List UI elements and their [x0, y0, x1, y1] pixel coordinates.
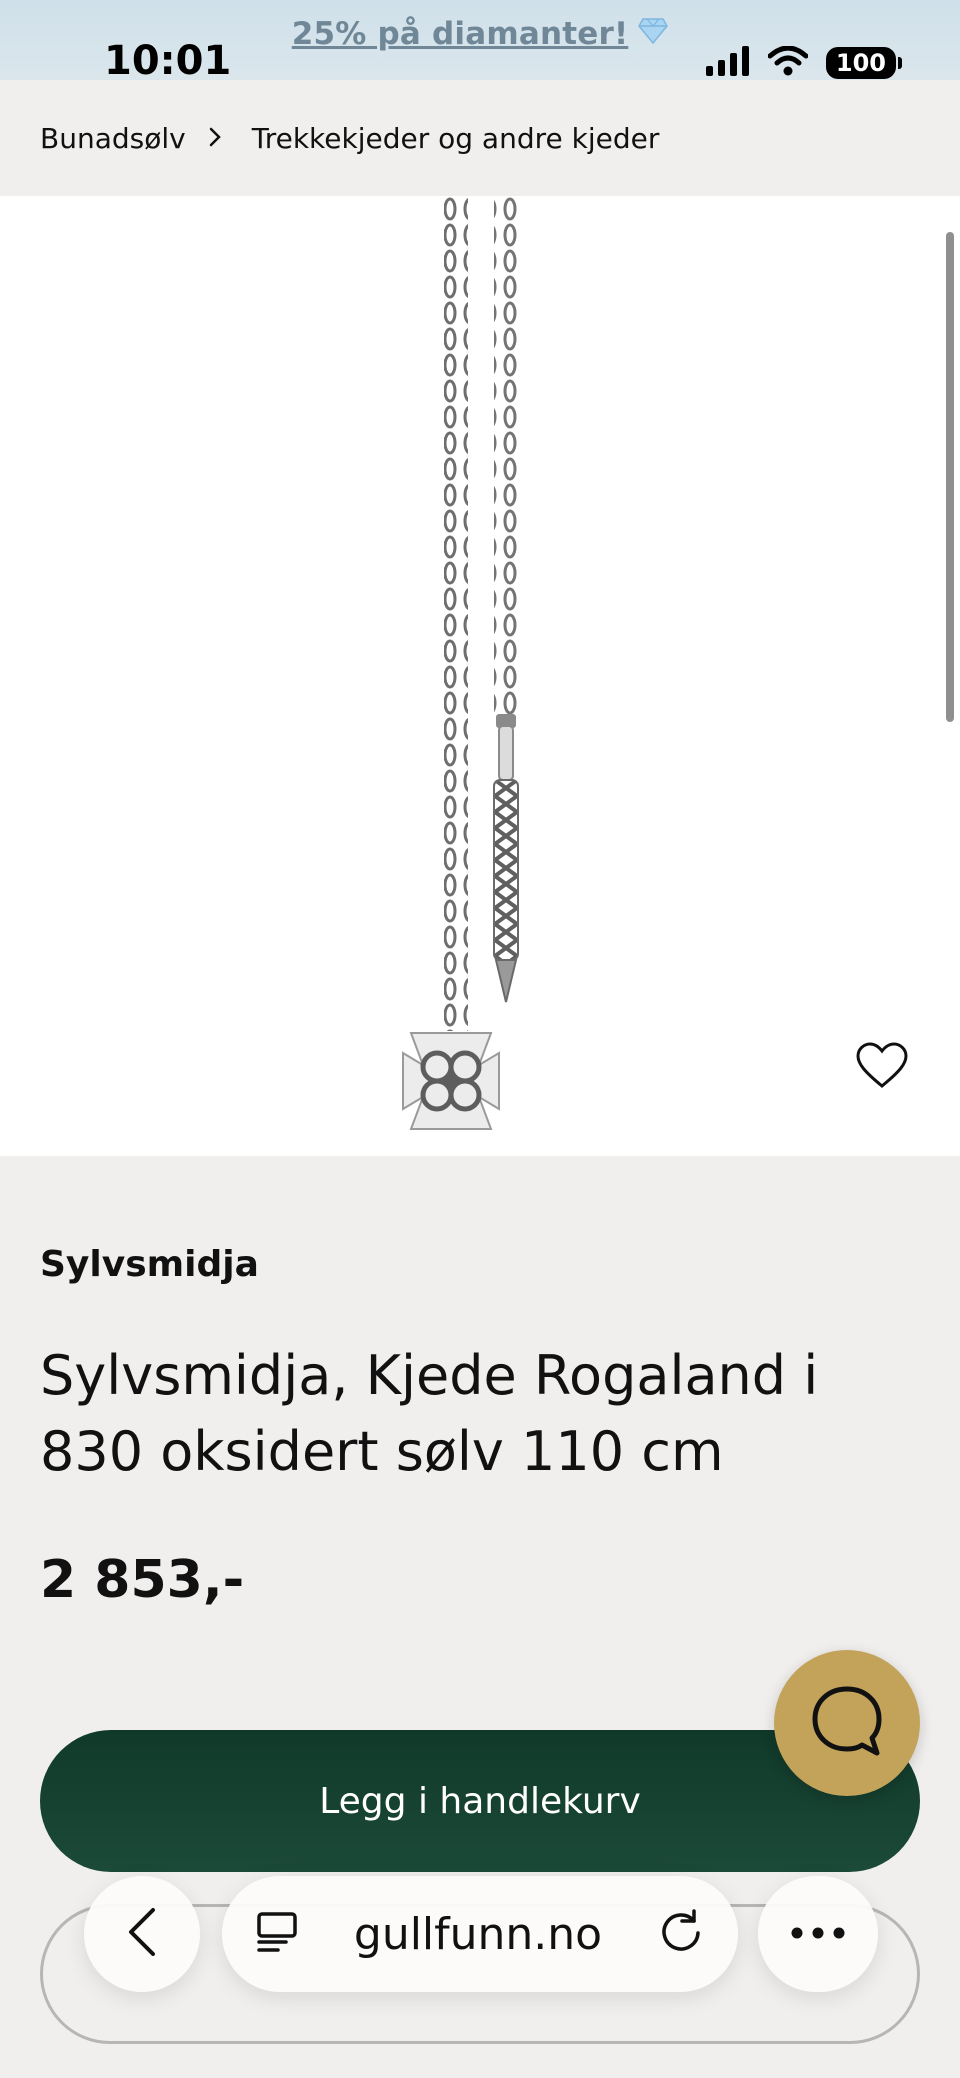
product-title: Sylvsmidja, Kjede Rogaland i 830 oksider… [40, 1344, 819, 1483]
product-image [402, 196, 519, 1130]
chat-bubble-icon [807, 1681, 887, 1765]
more-button[interactable] [758, 1876, 878, 1992]
product-brand[interactable]: Sylvsmidja [40, 1244, 259, 1285]
scrollbar[interactable] [946, 232, 954, 722]
url-text[interactable]: gullfunn.no [354, 1909, 602, 1960]
ellipsis-icon [790, 1925, 846, 1944]
favorite-button[interactable] [854, 1040, 910, 1096]
back-button[interactable] [84, 1876, 200, 1992]
battery-indicator: 100 [825, 47, 903, 79]
wifi-icon [767, 45, 809, 80]
breadcrumb-link-trekkekjeder[interactable]: Trekkekjeder og andre kjeder [252, 122, 660, 155]
system-icons: 100 [705, 45, 903, 80]
product-image-gallery[interactable] [0, 196, 960, 1156]
cellular-signal-icon [705, 46, 750, 80]
address-bar[interactable]: gullfunn.no [222, 1876, 738, 1992]
chevron-right-icon [208, 121, 222, 156]
status-bar: 25% på diamanter! 10:01 100 [0, 0, 960, 84]
breadcrumb-link-bunadsolv[interactable]: Bunadsølv [40, 122, 186, 155]
promo-text[interactable]: 25% på diamanter! [292, 16, 629, 52]
reload-icon[interactable] [658, 1909, 704, 1959]
diamond-icon [638, 16, 669, 52]
product-price: 2 853,- [40, 1550, 245, 1610]
status-time: 10:01 [104, 38, 232, 84]
chat-button[interactable] [774, 1650, 920, 1796]
breadcrumb: Bunadsølv Trekkekjeder og andre kjeder [0, 80, 960, 196]
tab-overview-icon[interactable] [256, 1911, 298, 1957]
chevron-left-icon [125, 1906, 159, 1962]
heart-icon [855, 1042, 909, 1094]
